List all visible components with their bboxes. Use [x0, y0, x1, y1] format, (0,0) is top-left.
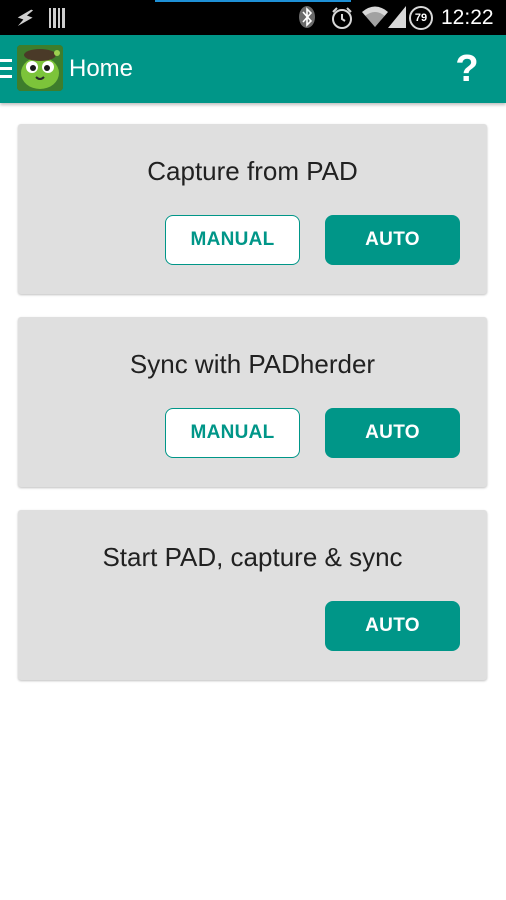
status-bar: 79 12:22	[0, 0, 506, 35]
sync-manual-button[interactable]: MANUAL	[165, 408, 300, 458]
status-progress-line	[155, 0, 351, 2]
start-capture-sync-card: Start PAD, capture & sync AUTO	[18, 510, 487, 680]
card-title: Sync with PADherder	[129, 349, 376, 379]
app-logo-icon[interactable]	[17, 45, 63, 91]
start-auto-button[interactable]: AUTO	[325, 601, 460, 651]
sync-card: Sync with PADherder MANUAL AUTO	[18, 317, 487, 487]
capture-card: Capture from PAD MANUAL AUTO	[18, 124, 487, 294]
card-title: Capture from PAD	[147, 156, 358, 186]
battery-icon: 79	[409, 6, 433, 30]
help-button[interactable]: ?	[452, 47, 482, 91]
page-title: Home	[69, 55, 134, 82]
wifi-icon	[362, 6, 388, 27]
card-title: Start PAD, capture & sync	[102, 542, 403, 572]
capture-manual-button[interactable]: MANUAL	[165, 215, 300, 265]
hamburger-menu-icon[interactable]	[0, 59, 12, 79]
sync-auto-button[interactable]: AUTO	[325, 408, 460, 458]
status-time: 12:22	[441, 6, 494, 29]
alarm-icon	[332, 7, 352, 29]
charging-bolt-icon	[17, 9, 34, 27]
battery-level: 79	[414, 12, 428, 24]
app-bar: Home ?	[0, 35, 506, 103]
signal-icon	[388, 6, 406, 28]
barcode-icon	[49, 8, 65, 28]
capture-auto-button[interactable]: AUTO	[325, 215, 460, 265]
bluetooth-icon	[299, 6, 315, 28]
